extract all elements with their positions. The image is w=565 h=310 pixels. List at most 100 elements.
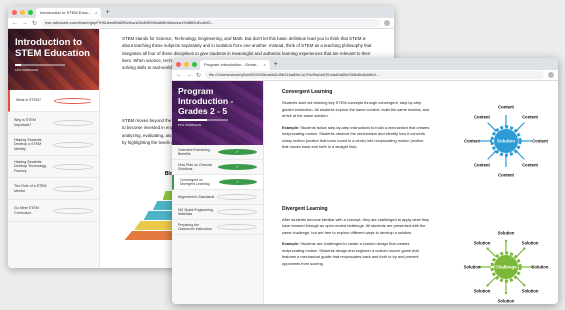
new-tab-icon[interactable]: + bbox=[105, 9, 109, 16]
sidebar-lesson-item[interactable]: Why is STEM Important? bbox=[8, 112, 99, 134]
forward-arrow-icon[interactable]: → bbox=[186, 72, 192, 78]
diagram-outer-label: Content bbox=[464, 139, 480, 144]
diagram-outer-label: Content bbox=[474, 114, 490, 119]
lesson-label: Go Meet STEM Curriculum bbox=[14, 206, 39, 215]
address-bar: ← → ↻ rise.articulate.com/share/gnpFlH5U… bbox=[8, 18, 394, 29]
tab-title: Introduction to STEM Educ... bbox=[40, 10, 92, 15]
url-field[interactable]: file:///Users/share/y5vb5/29000bda9d2d9b… bbox=[205, 71, 544, 79]
sidebar-lesson-item[interactable]: Overview Exercising Benefits ✓ bbox=[172, 145, 263, 160]
address-bar: ← → ↻ file:///Users/share/y5vb5/29000bda… bbox=[172, 70, 558, 81]
diagram-arrowhead bbox=[486, 284, 489, 287]
lesson-label: Alignment to Standards bbox=[178, 194, 215, 199]
diagram-outer-label: Solution bbox=[532, 265, 549, 270]
progress-text: 57% COMPLETE bbox=[178, 123, 202, 127]
close-window-button[interactable] bbox=[12, 9, 17, 15]
course-cover: Introduction to STEM Education 12% COMPL… bbox=[8, 29, 99, 90]
close-tab-icon[interactable]: × bbox=[263, 60, 265, 70]
diagram-arrowhead bbox=[504, 291, 508, 295]
course-view: Program Introduction - Grades 2 - 5 57% … bbox=[172, 81, 558, 304]
diagram-center-label: Solution bbox=[497, 139, 515, 144]
sidebar-lesson-item[interactable]: What is STEM? bbox=[8, 90, 99, 112]
diagram-arrowhead bbox=[486, 247, 489, 250]
sidebar-lesson-item[interactable]: Go Meet STEM Curriculum bbox=[8, 200, 99, 222]
tab-title: Program Introduction - Grade... bbox=[204, 62, 260, 67]
lesson-status-icon bbox=[52, 141, 93, 148]
diagram-arrowhead bbox=[504, 239, 508, 243]
sidebar-lesson-item[interactable]: Helping Students Develop a STEM Identity bbox=[8, 134, 99, 156]
sidebar-lesson-item[interactable]: The Role of a STEM Mentor bbox=[8, 178, 99, 200]
lesson-status-icon bbox=[52, 119, 93, 126]
reload-icon[interactable]: ↻ bbox=[32, 20, 37, 27]
diagram-arrow bbox=[487, 151, 496, 160]
course-cover: Program Introduction - Grades 2 - 5 57% … bbox=[172, 81, 263, 145]
sidebar-lesson-item[interactable]: How Plan vs. Execute Solutions ✓ bbox=[172, 160, 263, 175]
diagram-outer-label: Solution bbox=[464, 265, 481, 270]
diagram-outer-label: Solution bbox=[522, 240, 539, 245]
diagram-arrow bbox=[516, 248, 525, 257]
browser-tab[interactable]: Program Introduction - Grade... × bbox=[200, 60, 270, 70]
diagram-arrow bbox=[516, 151, 525, 160]
example-label: Example: bbox=[282, 124, 300, 130]
diagram-outer-label: Solution bbox=[474, 240, 491, 245]
diagram-outer-label: Solution bbox=[474, 289, 491, 294]
sidebar-lesson-item[interactable]: Helping Students Develop Technology Flue… bbox=[8, 156, 99, 178]
lesson-content: Convergent Learning Students start out l… bbox=[264, 81, 558, 304]
diagram-outer-label: Solution bbox=[522, 289, 539, 294]
reload-icon[interactable]: ↻ bbox=[196, 72, 201, 79]
progress-bar bbox=[15, 64, 65, 66]
diagram-outer-label: Content bbox=[532, 139, 548, 144]
sidebar-lesson-item[interactable]: Preparing the Classroom Instruction bbox=[172, 220, 263, 235]
lesson-label: The Role of a STEM Mentor bbox=[14, 184, 47, 193]
lesson-status-icon bbox=[52, 185, 93, 192]
diagram-outer-label: Content bbox=[474, 163, 490, 168]
lesson-label: Preparing the Classroom Instruction bbox=[178, 222, 212, 231]
lesson-status-icon bbox=[52, 207, 93, 214]
profile-avatar[interactable] bbox=[548, 72, 554, 78]
browser-tab[interactable]: Introduction to STEM Educ... × bbox=[36, 8, 102, 18]
lesson-label: What is STEM? bbox=[16, 98, 41, 103]
divergent-diagram: Solution Solution Solution Solution Solution… bbox=[464, 231, 549, 304]
maximize-window-button[interactable] bbox=[192, 61, 197, 67]
lesson-status-icon bbox=[216, 224, 257, 230]
profile-avatar[interactable] bbox=[384, 20, 390, 26]
sidebar-lesson-item[interactable]: Convergent vs Divergent Learning ✓ bbox=[172, 175, 263, 190]
diagram-arrow bbox=[487, 122, 496, 131]
course-title: Program Introduction - Grades 2 - 5 bbox=[178, 86, 234, 116]
diagram-outer-label: Content bbox=[522, 163, 538, 168]
back-arrow-icon[interactable]: ← bbox=[176, 72, 182, 78]
lesson-label: Overview Exercising Benefits bbox=[178, 147, 210, 156]
diagram-outer-label: Content bbox=[498, 173, 514, 178]
lesson-label: Helping Students Develop Technology Flue… bbox=[14, 159, 47, 173]
browser-window-front: Program Introduction - Grade... × + ← → … bbox=[172, 58, 558, 304]
check-icon: ✓ bbox=[218, 179, 257, 185]
diagram-center-label: Challenge bbox=[495, 265, 517, 270]
convergent-diagram: Content Content Content Content Content Conte… bbox=[464, 105, 548, 178]
section-paragraph: After students become familiar with a co… bbox=[282, 216, 430, 235]
diagram-arrow bbox=[516, 277, 525, 286]
lesson-label: Convergent vs Divergent Learning bbox=[180, 177, 210, 186]
course-sidebar: Introduction to STEM Education 12% COMPL… bbox=[8, 29, 100, 268]
diagram-outer-label: Solution bbox=[498, 231, 515, 236]
progress-bar bbox=[178, 119, 228, 121]
minimize-window-button[interactable] bbox=[184, 61, 189, 67]
course-title: Introduction to STEM Education bbox=[15, 37, 90, 59]
new-tab-icon[interactable]: + bbox=[274, 61, 278, 68]
close-window-button[interactable] bbox=[176, 61, 181, 67]
forward-arrow-icon[interactable]: → bbox=[22, 20, 28, 26]
section-example: Example: Students follow step-by-step in… bbox=[282, 125, 430, 151]
sidebar-lesson-item[interactable]: NG Spark Engineering Materials bbox=[172, 205, 263, 220]
url-field[interactable]: rise.articulate.com/share/gnpFlH5Ueed8h8… bbox=[41, 19, 380, 27]
lesson-label: How Plan vs. Execute Solutions bbox=[178, 162, 213, 171]
example-text: Students follow step-by-step instruction… bbox=[282, 124, 430, 150]
maximize-window-button[interactable] bbox=[28, 9, 33, 15]
back-arrow-icon[interactable]: ← bbox=[12, 20, 18, 26]
close-tab-icon[interactable]: × bbox=[95, 8, 97, 18]
diagram-arrow bbox=[516, 122, 525, 131]
minimize-window-button[interactable] bbox=[20, 9, 25, 15]
diagram-arrowhead bbox=[523, 284, 526, 287]
check-icon: ✓ bbox=[217, 149, 257, 155]
progress-text: 12% COMPLETE bbox=[15, 68, 39, 72]
lesson-status-icon bbox=[52, 163, 93, 170]
sidebar-lesson-item[interactable]: Alignment to Standards bbox=[172, 190, 263, 205]
diagram-arrow bbox=[487, 277, 496, 286]
